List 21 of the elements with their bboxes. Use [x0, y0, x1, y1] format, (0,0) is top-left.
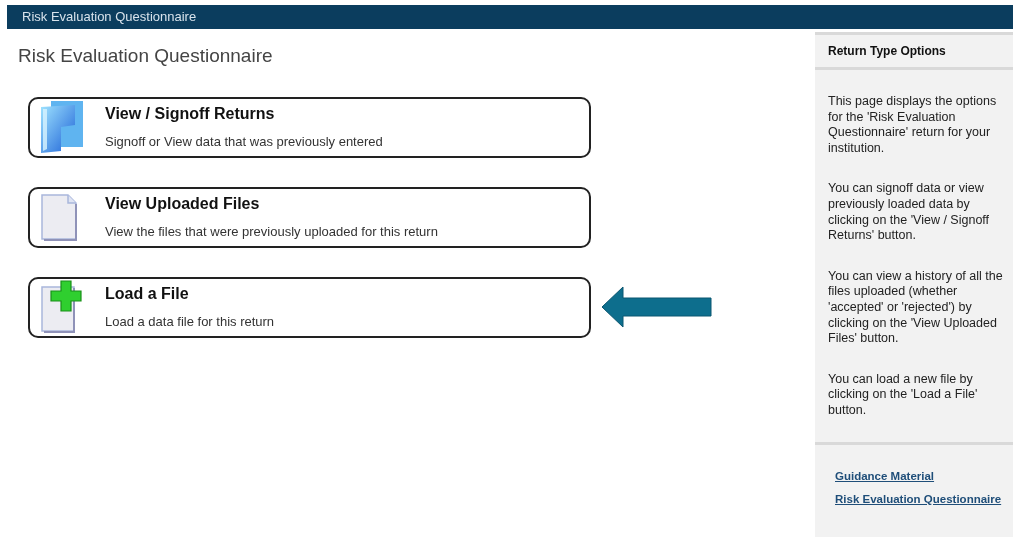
- document-icon: [39, 192, 79, 242]
- help-text: This page displays the options for the 'Risk Evaluation Questionnaire' return for your institution.: [828, 94, 998, 157]
- option-button[interactable]: Load a File Load a data file for this return: [28, 276, 591, 338]
- option-description: View the files that were previously uploaded for this return: [105, 223, 438, 242]
- sidebar-title: Return Type Options: [828, 43, 946, 60]
- sidebar-link[interactable]: Guidance Material: [835, 467, 935, 485]
- help-text: You can load a new file by clicking on the 'Load a File' button.: [828, 371, 979, 419]
- option-title: Load a File: [105, 284, 190, 305]
- page-title: Risk Evaluation Questionnaire: [18, 44, 274, 68]
- option-description: Load a data file for this return: [105, 313, 275, 332]
- option-button[interactable]: View / Signoff Returns Signoff or View data that was previously entered: [28, 96, 591, 158]
- option-title: View / Signoff Returns: [105, 104, 276, 125]
- help-text: You can view a history of all the files uploaded (whether 'accepted' or 'rejected') by clicking on the 'View Uploaded Files' button.: [828, 268, 1004, 347]
- option-description: Signoff or View data that was previously entered: [105, 133, 383, 152]
- top-bar-title: Risk Evaluation Questionnaire: [22, 8, 197, 27]
- add-document-icon: [39, 280, 85, 334]
- option-button[interactable]: View Uploaded Files View the files that were previously uploaded for this return: [28, 186, 591, 248]
- sidebar-link[interactable]: Risk Evaluation Questionnaire: [835, 490, 1002, 508]
- option-title: View Uploaded Files: [105, 194, 261, 215]
- folder-icon: [39, 99, 85, 155]
- help-text: You can signoff data or view previously loaded data by clicking on the 'View / Signoff Returns' button.: [828, 181, 991, 244]
